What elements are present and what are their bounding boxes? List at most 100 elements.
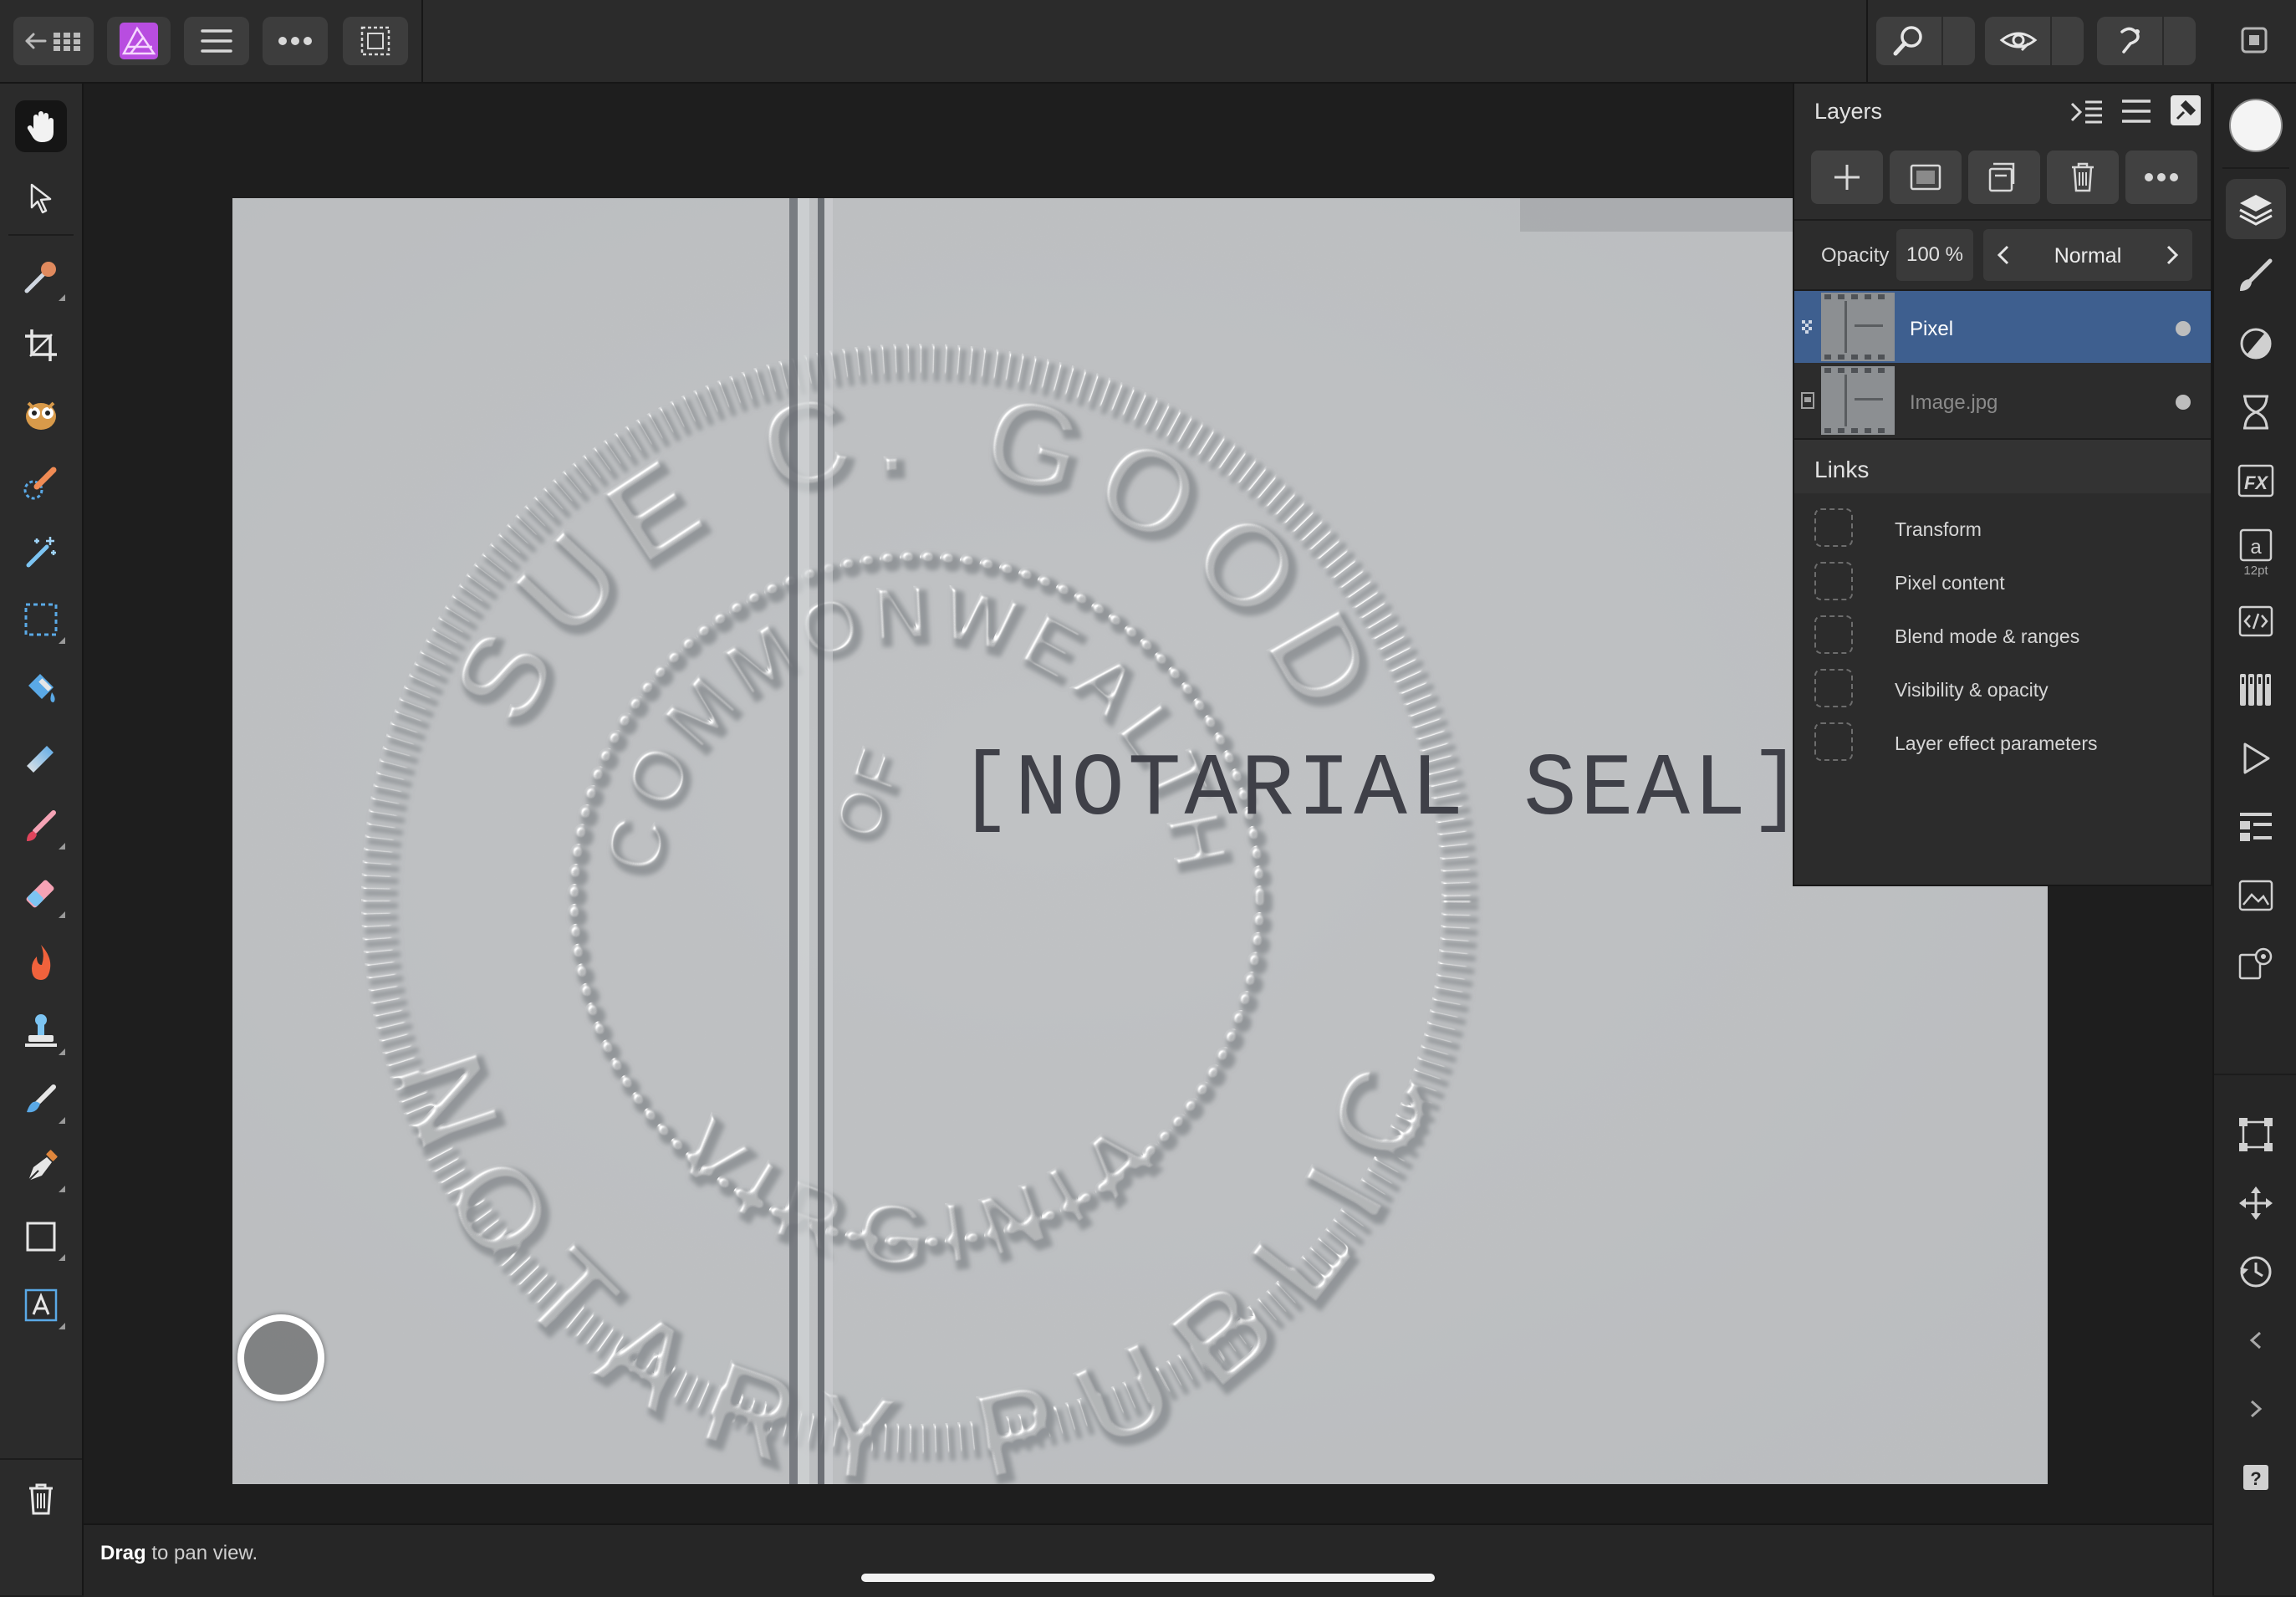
add-pixel-layer-button[interactable]	[1811, 151, 1883, 204]
view-tool[interactable]	[15, 100, 67, 152]
hamburger-icon	[201, 27, 232, 55]
layers-studio-button[interactable]	[2226, 179, 2286, 239]
studio-divider	[2214, 1074, 2296, 1075]
settings-studio-icon[interactable]	[2237, 945, 2275, 983]
paint-brush-tool[interactable]	[18, 803, 65, 850]
link-checkbox[interactable]	[1814, 615, 1853, 654]
selection-menu-button[interactable]	[343, 17, 408, 65]
layer-visibility-toggle[interactable]	[2176, 321, 2191, 336]
link-checkbox[interactable]	[1814, 722, 1853, 761]
pointer-arrow-icon	[27, 182, 55, 214]
gradient-icon	[22, 737, 60, 776]
layers-panel-title: Layers	[1814, 99, 1883, 124]
navigator-studio-icon[interactable]	[2237, 876, 2275, 915]
live-filters-studio-icon[interactable]	[2237, 393, 2275, 431]
color-swatch-button[interactable]	[2229, 99, 2283, 152]
pen-nib-icon	[22, 1149, 60, 1187]
assistant-icon	[2110, 25, 2151, 57]
opacity-label: Opacity	[1821, 244, 1890, 267]
link-checkbox[interactable]	[1814, 508, 1853, 547]
paint-brush-icon	[22, 806, 60, 844]
character-studio-icon[interactable]: a 12pt	[2236, 528, 2276, 580]
link-label: Transform	[1895, 518, 1982, 540]
history-clock-icon[interactable]	[2237, 1253, 2275, 1291]
layer-visibility-toggle[interactable]	[2176, 395, 2191, 410]
magic-wand-tool[interactable]	[18, 528, 64, 574]
assistant-button[interactable]	[2097, 17, 2196, 65]
document-image[interactable]: SUE C. GOOD NOTARY PUBLIC COMMONWEALTH O…	[232, 198, 2048, 1484]
layer-row-image[interactable]: Image.jpg	[1794, 365, 2211, 436]
eraser-icon	[22, 875, 60, 913]
trash-icon	[27, 1482, 55, 1517]
color-picker-tool[interactable]	[18, 254, 65, 301]
brushes-studio-icon[interactable]	[2237, 256, 2275, 294]
layer-thumbnail	[1821, 293, 1895, 361]
flood-fill-tool[interactable]	[18, 666, 64, 711]
pin-icon	[2174, 99, 2197, 122]
selection-brush-icon	[22, 463, 60, 502]
fx-studio-icon[interactable]: FX	[2237, 462, 2275, 500]
ellipsis-icon	[278, 33, 313, 48]
panel-menu-icon[interactable]	[2120, 97, 2152, 125]
delete-tool-button[interactable]	[18, 1477, 64, 1522]
layer-row-pixel[interactable]: Pixel	[1794, 291, 2211, 363]
crop-tool[interactable]	[18, 323, 64, 368]
gradient-tool[interactable]	[18, 734, 64, 779]
link-label: Pixel content	[1895, 572, 2005, 594]
text-tool[interactable]	[18, 1283, 65, 1329]
chevron-right-icon[interactable]	[2237, 1390, 2275, 1428]
healing-brush-tool[interactable]	[18, 1077, 65, 1124]
rectangle-icon	[25, 1221, 57, 1253]
chevron-right-icon[interactable]	[2164, 244, 2181, 266]
marquee-tool[interactable]	[18, 597, 65, 644]
tool-flyout-indicator	[59, 911, 65, 918]
group-layer-icon	[1988, 162, 2020, 192]
adjustments-studio-icon[interactable]	[2237, 324, 2275, 363]
blend-mode-selector[interactable]: Normal	[1983, 229, 2192, 281]
clone-tool[interactable]	[18, 1008, 65, 1055]
pin-panel-button[interactable]	[2171, 95, 2201, 125]
pan-touch-indicator	[237, 1314, 324, 1401]
shape-tool[interactable]	[18, 1214, 65, 1261]
arrow-left-grid-icon	[22, 24, 87, 58]
plus-icon	[1833, 163, 1861, 191]
view-quality-button[interactable]	[1985, 17, 2084, 65]
selection-brush-tool[interactable]	[18, 391, 64, 436]
add-group-button[interactable]	[1968, 151, 2040, 204]
links-title: Links	[1814, 457, 1870, 482]
tool-flyout-indicator	[59, 1117, 65, 1124]
more-menu-button[interactable]	[263, 17, 328, 65]
link-checkbox[interactable]	[1814, 562, 1853, 600]
tool-flyout-indicator	[59, 1049, 65, 1055]
paper-texture	[232, 198, 2048, 1484]
swatches-studio-icon[interactable]	[2237, 671, 2275, 709]
document-menu-button[interactable]	[184, 17, 249, 65]
add-mask-layer-button[interactable]	[1890, 151, 1962, 204]
home-indicator[interactable]	[861, 1574, 1435, 1582]
erase-brush-tool[interactable]	[18, 871, 65, 918]
window-mode-icon[interactable]	[2239, 25, 2269, 55]
delete-layer-button[interactable]	[2047, 151, 2119, 204]
dodge-burn-tool[interactable]	[18, 940, 64, 985]
transform-studio-icon[interactable]	[2237, 808, 2275, 846]
collapse-panel-icon[interactable]	[2070, 97, 2104, 127]
zoom-button[interactable]	[1876, 17, 1975, 65]
flood-select-tool[interactable]	[18, 460, 64, 505]
app-persona-button[interactable]	[107, 17, 171, 65]
pen-tool[interactable]	[18, 1145, 65, 1192]
tool-flyout-indicator	[59, 1254, 65, 1261]
chevron-left-icon[interactable]	[2237, 1321, 2275, 1360]
opacity-field[interactable]: 100 %	[1896, 229, 1973, 281]
back-to-gallery-button[interactable]	[13, 17, 94, 65]
help-icon[interactable]: ?	[2237, 1458, 2275, 1497]
move-tool[interactable]	[18, 176, 64, 221]
layer-name: Pixel	[1910, 318, 1954, 340]
tool-flyout-indicator	[59, 637, 65, 644]
code-studio-icon[interactable]	[2237, 602, 2275, 640]
transform-panel-icon[interactable]	[2237, 1115, 2275, 1154]
macro-play-studio-icon[interactable]	[2237, 739, 2275, 778]
studio-divider	[2222, 167, 2289, 169]
move-arrows-icon[interactable]	[2237, 1184, 2275, 1222]
link-checkbox[interactable]	[1814, 669, 1853, 707]
layer-options-button[interactable]	[2125, 151, 2197, 204]
